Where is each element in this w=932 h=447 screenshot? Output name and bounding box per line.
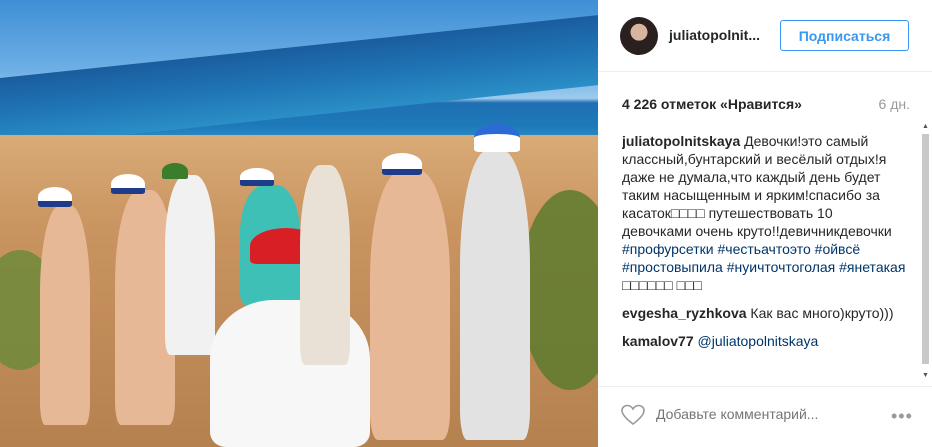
comment-text: Как вас много)круто))) <box>746 305 894 321</box>
more-options-icon[interactable]: ••• <box>891 406 913 427</box>
photo-cap-7 <box>474 124 520 152</box>
caption-username[interactable]: juliatopolnitskaya <box>622 133 740 149</box>
photo-cap-2 <box>111 174 145 194</box>
photo-person-3 <box>165 175 215 355</box>
photo-cap-1 <box>38 187 72 207</box>
comment-bar: ••• <box>598 386 932 447</box>
caption-comment: juliatopolnitskaya Девочки!это самый кла… <box>622 132 906 294</box>
comment-item: evgesha_ryzhkova Как вас много)круто))) <box>622 304 906 322</box>
hashtag[interactable]: #простовыпила <box>622 259 723 275</box>
scroll-up-icon[interactable]: ▲ <box>921 122 930 131</box>
photo-cap-6 <box>382 153 422 175</box>
hashtag[interactable]: #нуичточтоголая <box>727 259 836 275</box>
comment-username[interactable]: kamalov77 <box>622 333 694 349</box>
follow-button[interactable]: Подписаться <box>780 20 909 51</box>
post-photo[interactable] <box>0 0 598 447</box>
photo-cap-4 <box>240 168 274 186</box>
header-username[interactable]: juliatopolnit... <box>669 27 760 43</box>
comment-mention[interactable]: @juliatopolnitskaya <box>698 333 819 349</box>
comment-item: kamalov77 @juliatopolnitskaya <box>622 332 906 350</box>
comment-input[interactable] <box>656 404 876 424</box>
scroll-down-icon[interactable]: ▼ <box>921 371 930 380</box>
photo-person-1 <box>40 205 90 425</box>
comment-username[interactable]: evgesha_ryzhkova <box>622 305 747 321</box>
scroll-thumb[interactable] <box>922 134 929 364</box>
hashtag[interactable]: #янетакая <box>839 259 905 275</box>
hashtag[interactable]: #ойвсё <box>815 241 860 257</box>
post-sidebar: juliatopolnit... Подписаться 4 226 отмет… <box>598 0 932 447</box>
comments-list[interactable]: juliatopolnitskaya Девочки!это самый кла… <box>622 132 906 380</box>
likes-count[interactable]: 4 226 отметок «Нравится» <box>622 96 802 112</box>
post-time[interactable]: 6 дн. <box>879 96 910 112</box>
avatar[interactable] <box>620 17 658 55</box>
hashtag[interactable]: #честьачтоэто <box>718 241 811 257</box>
photo-person-7 <box>460 150 530 440</box>
heart-icon[interactable] <box>621 404 645 426</box>
caption-emoji: □□□□□□ □□□ <box>622 277 702 293</box>
photo-person-6 <box>370 170 450 440</box>
comments-scrollbar[interactable]: ▲ ▼ <box>921 122 930 380</box>
photo-person-8 <box>300 165 350 365</box>
post-header: juliatopolnit... Подписаться <box>598 0 932 72</box>
photo-cap-3 <box>162 163 188 179</box>
hashtag[interactable]: #профурсетки <box>622 241 714 257</box>
likes-row: 4 226 отметок «Нравится» 6 дн. <box>622 96 910 114</box>
